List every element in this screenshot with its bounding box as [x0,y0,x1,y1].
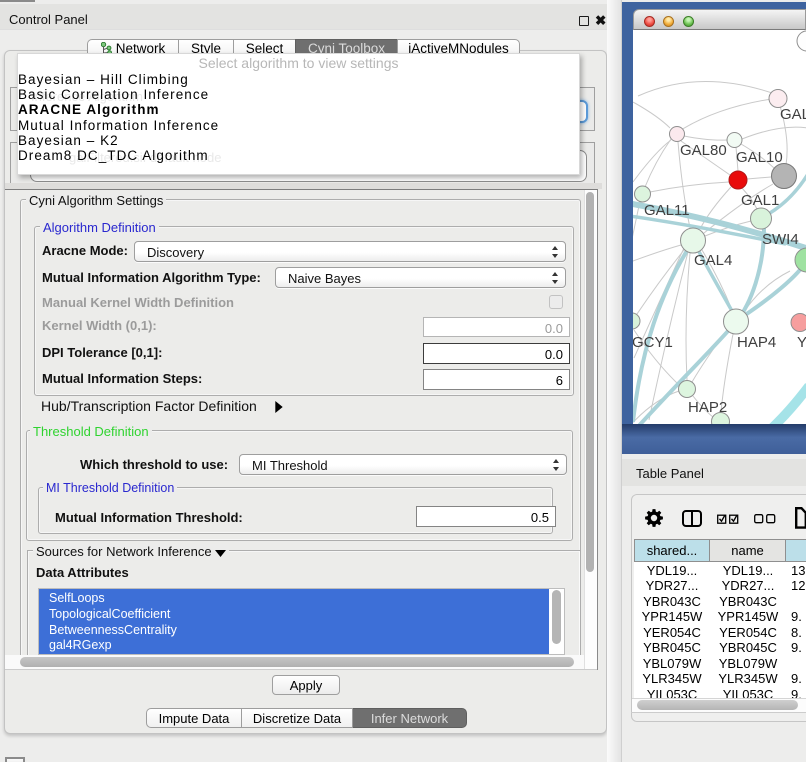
svg-text:GAL80: GAL80 [680,142,727,159]
svg-text:SWI4: SWI4 [762,231,799,248]
svg-text:GAL7: GAL7 [780,106,806,123]
svg-text:GCY1: GCY1 [633,334,673,351]
svg-text:HAP2: HAP2 [688,399,727,416]
svg-text:GAL4: GAL4 [694,252,732,269]
svg-text:HAP4: HAP4 [737,334,776,351]
svg-text:Y: Y [797,334,806,351]
svg-text:GAL1: GAL1 [741,192,779,209]
svg-text:GAL10: GAL10 [736,149,783,166]
svg-text:GAL11: GAL11 [644,202,690,219]
